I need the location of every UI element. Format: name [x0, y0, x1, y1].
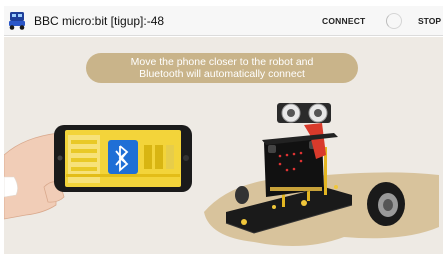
instruction-banner: Move the phone closer to the robot and B… [86, 53, 358, 83]
app-robot-icon [9, 12, 25, 30]
instruction-line-2: Bluetooth will automatically connect [139, 68, 305, 80]
app-bar: BBC micro:bit [tigup]:-48 CONNECT STOP [4, 6, 443, 36]
phone-illustration [54, 125, 192, 192]
app-title: BBC micro:bit [tigup]:-48 [34, 14, 165, 28]
instruction-line-1: Move the phone closer to the robot and [130, 56, 314, 68]
app-window: BBC micro:bit [tigup]:-48 CONNECT STOP M… [0, 0, 447, 258]
stop-button[interactable]: STOP [418, 16, 441, 26]
connect-button[interactable]: CONNECT [322, 16, 365, 26]
robot-illustration [225, 103, 405, 234]
instruction-panel: Move the phone closer to the robot and B… [4, 37, 443, 254]
connecting-spinner-icon [386, 13, 402, 29]
